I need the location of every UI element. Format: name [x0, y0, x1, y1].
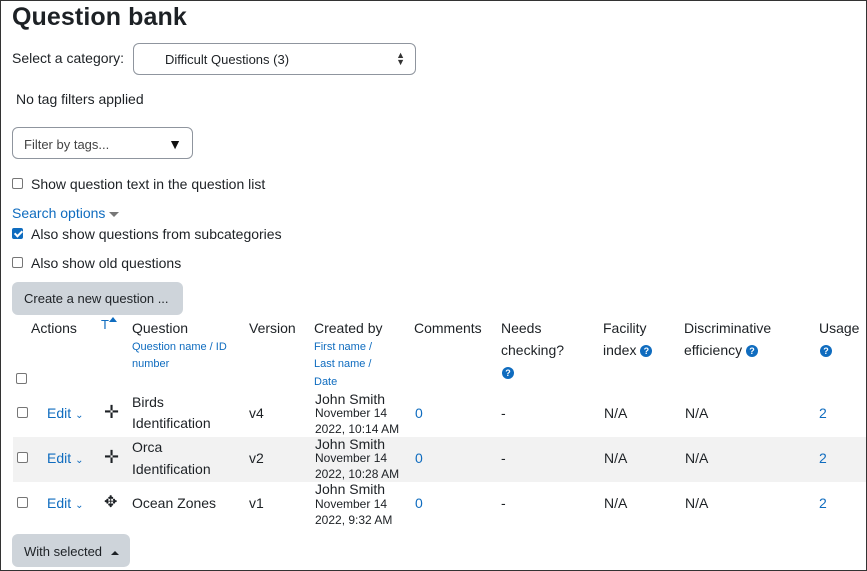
create-question-button[interactable]: Create a new question ... — [12, 282, 183, 315]
col-discriminative-line2-label: efficiency — [684, 342, 743, 358]
chevron-down-icon: ⌄ — [75, 455, 84, 466]
sort-id-number[interactable]: number — [132, 356, 169, 373]
category-label: Select a category: — [12, 50, 125, 66]
row-checkbox[interactable] — [17, 452, 28, 463]
created-date: November 14 — [315, 497, 388, 511]
help-icon[interactable]: ? — [746, 345, 758, 358]
question-name-line2: Identification — [132, 461, 211, 477]
usage-link[interactable]: 2 — [819, 403, 827, 424]
sort-question-name[interactable]: Question name / ID — [132, 339, 227, 356]
edit-label: Edit — [47, 495, 72, 511]
question-name: Birds — [132, 394, 164, 410]
help-icon[interactable]: ? — [820, 345, 832, 357]
dropdown-triangle-icon: ▼ — [168, 136, 182, 152]
col-usage: Usage — [819, 320, 860, 336]
col-type-sort[interactable]: T — [101, 314, 117, 336]
question-version: v2 — [249, 450, 264, 466]
drag-and-drop-icon: ✥ — [104, 494, 118, 511]
row-checkbox[interactable] — [17, 497, 28, 508]
move-cross-icon: ✛ — [104, 447, 120, 467]
comments-link[interactable]: 0 — [415, 493, 423, 514]
with-selected-button[interactable]: With selected — [12, 534, 130, 567]
select-all-checkbox[interactable] — [16, 373, 27, 384]
show-question-text-label: Show question text in the question list — [31, 176, 266, 192]
question-name: Ocean Zones — [132, 495, 217, 511]
comments-link[interactable]: 0 — [415, 448, 423, 469]
tag-filter-input[interactable]: Filter by tags... ▼ — [12, 127, 193, 159]
create-question-label: Create a new question ... — [24, 291, 169, 306]
comments-link[interactable]: 0 — [415, 403, 423, 424]
sort-first-name[interactable]: First name / — [314, 339, 372, 356]
old-questions-label: Also show old questions — [31, 255, 182, 271]
needs-checking-value: - — [501, 495, 506, 511]
col-question: Question — [132, 320, 189, 336]
col-actions: Actions — [31, 320, 77, 336]
col-needs-checking: Needs — [501, 320, 542, 336]
show-question-text-checkbox[interactable] — [12, 178, 23, 189]
facility-value: N/A — [604, 450, 628, 466]
created-date: November 14 — [315, 451, 388, 465]
sort-question-name-label: Question name / — [132, 341, 213, 353]
old-questions-checkbox[interactable] — [12, 257, 23, 268]
discrim-value: N/A — [685, 450, 709, 466]
facility-value: N/A — [604, 405, 628, 421]
select-arrows-icon: ▲ ▼ — [396, 50, 405, 67]
needs-checking-value: - — [501, 405, 506, 421]
search-options-toggle[interactable]: Search options — [12, 205, 120, 221]
edit-menu[interactable]: Edit ⌄ — [47, 493, 84, 516]
created-date: November 14 — [315, 406, 388, 420]
sort-last-name[interactable]: Last name / — [314, 356, 371, 373]
help-icon[interactable]: ? — [502, 367, 514, 379]
col-created-by: Created by — [314, 320, 383, 336]
caret-down-icon — [109, 211, 120, 217]
chevron-down-icon: ⌄ — [75, 500, 84, 511]
question-name: Orca — [132, 439, 163, 455]
usage-link[interactable]: 2 — [819, 448, 827, 469]
with-selected-label: With selected — [24, 544, 103, 559]
col-needs-checking-line2: checking? — [501, 342, 565, 358]
tag-filter-placeholder: Filter by tags... — [24, 137, 110, 152]
col-discriminative: Discriminative — [684, 320, 772, 336]
category-select[interactable]: Difficult Questions (3) ▲ ▼ — [133, 43, 416, 75]
needs-checking-value: - — [501, 450, 506, 466]
tag-filter-status: No tag filters applied — [16, 91, 144, 107]
search-options-label: Search options — [12, 205, 106, 221]
help-icon[interactable]: ? — [640, 345, 653, 358]
edit-label: Edit — [47, 450, 72, 466]
sort-ascending-icon — [108, 317, 117, 322]
edit-menu[interactable]: Edit ⌄ — [47, 403, 84, 426]
move-cross-icon: ✛ — [104, 402, 120, 422]
facility-value: N/A — [604, 495, 628, 511]
question-bank-page: Question bank Select a category: Difficu… — [0, 0, 867, 571]
category-select-value: Difficult Questions (3) — [165, 52, 290, 67]
question-version: v1 — [249, 495, 264, 511]
col-comments: Comments — [414, 320, 482, 336]
col-facility: Facility — [603, 320, 647, 336]
edit-menu[interactable]: Edit ⌄ — [47, 448, 84, 471]
row-checkbox[interactable] — [17, 407, 28, 418]
edit-label: Edit — [47, 405, 72, 421]
subcategories-checkbox[interactable] — [12, 228, 23, 239]
sort-id-label: ID — [215, 341, 227, 353]
col-discriminative-line2: efficiency ? — [684, 339, 758, 361]
page-title: Question bank — [12, 3, 187, 31]
col-version: Version — [249, 320, 296, 336]
chevron-down-icon: ⌄ — [75, 410, 84, 421]
subcategories-label: Also show questions from subcategories — [31, 226, 282, 242]
discrim-value: N/A — [685, 405, 709, 421]
col-facility-line2: index ? — [603, 339, 653, 361]
col-facility-line2-label: index — [603, 342, 637, 358]
created-date-line2: 2022, 9:32 AM — [315, 513, 393, 527]
question-name-line2: Identification — [132, 415, 211, 431]
question-version: v4 — [249, 405, 264, 421]
discrim-value: N/A — [685, 495, 709, 511]
col-type-label: T — [101, 317, 109, 332]
caret-up-icon — [110, 550, 119, 555]
usage-link[interactable]: 2 — [819, 493, 827, 514]
